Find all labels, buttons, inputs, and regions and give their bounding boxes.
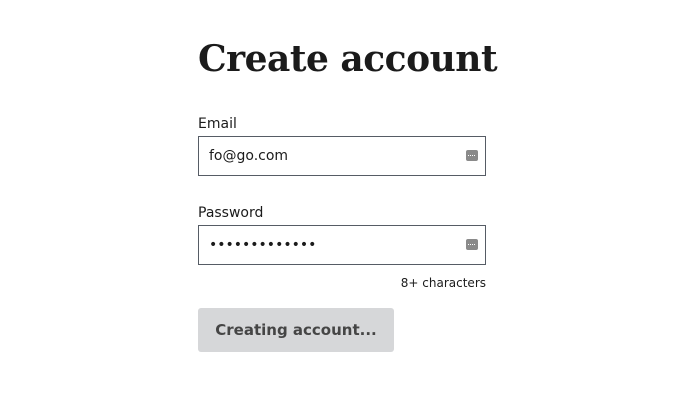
- password-manager-icon[interactable]: [466, 239, 478, 250]
- password-manager-icon[interactable]: [466, 150, 478, 161]
- email-field-wrapper: [198, 136, 486, 176]
- email-input[interactable]: [199, 137, 459, 175]
- page-title: Create account: [198, 38, 498, 80]
- email-label: Email: [198, 116, 237, 132]
- password-field-wrapper: [198, 225, 486, 265]
- create-account-button[interactable]: Creating account...: [198, 308, 394, 352]
- password-input[interactable]: [199, 226, 459, 264]
- password-hint: 8+ characters: [400, 276, 486, 290]
- password-label: Password: [198, 205, 264, 221]
